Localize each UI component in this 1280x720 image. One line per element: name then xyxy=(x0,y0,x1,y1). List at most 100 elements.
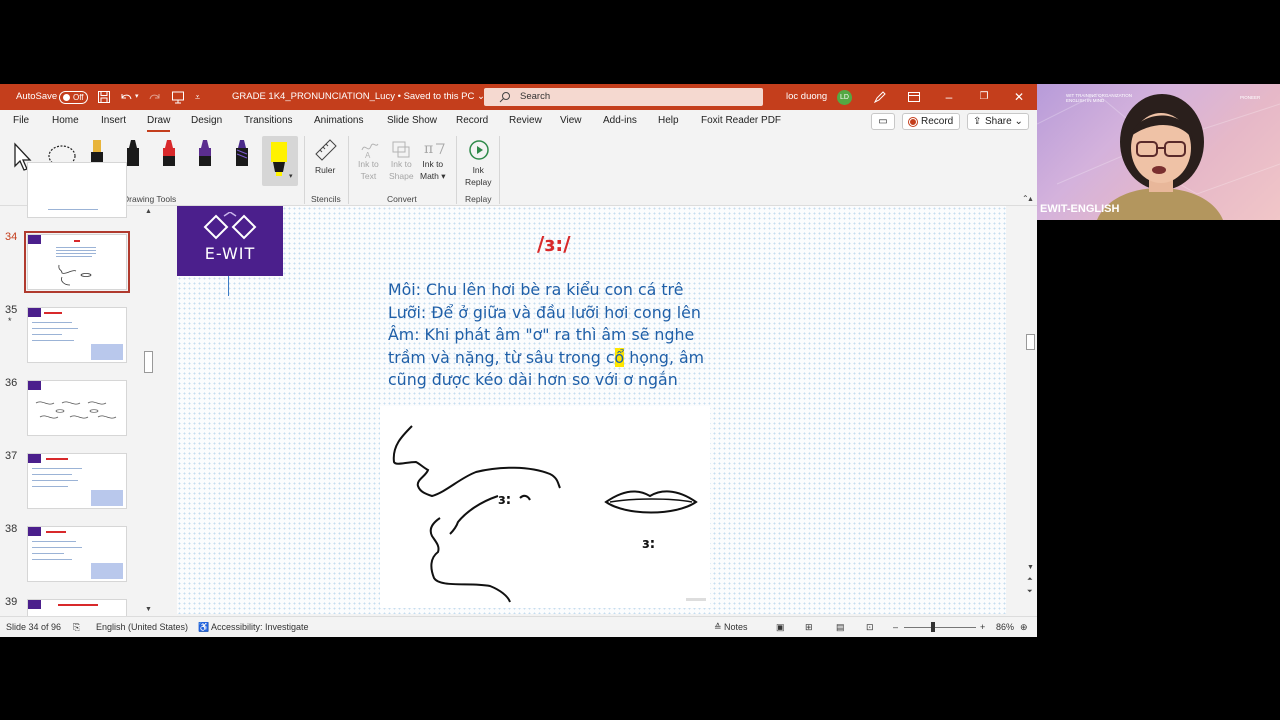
slide-thumbnail[interactable] xyxy=(27,526,127,582)
slide-thumbnail[interactable] xyxy=(27,453,127,509)
slide-show-icon[interactable]: ⊡ xyxy=(866,617,874,637)
pen-designer-icon[interactable] xyxy=(873,90,887,104)
group-separator xyxy=(348,136,349,204)
document-title[interactable]: GRADE 1K4_PRONUNCIATION_Lucy • Saved to … xyxy=(232,84,485,110)
ink-to-shape-label[interactable]: Ink to Shape xyxy=(389,158,414,182)
tab-draw[interactable]: Draw xyxy=(147,110,171,132)
next-slide-icon[interactable]: ⏷ xyxy=(1027,588,1033,596)
accessibility-status[interactable]: Accessibility: Investigate xyxy=(211,617,309,637)
tab-home[interactable]: Home xyxy=(52,110,79,132)
tab-view[interactable]: View xyxy=(560,110,582,132)
scroll-down-icon[interactable]: ▼ xyxy=(1027,564,1034,571)
zoom-slider[interactable] xyxy=(904,627,976,628)
tab-help[interactable]: Help xyxy=(658,110,679,132)
tab-file[interactable]: File xyxy=(13,110,29,132)
tab-design[interactable]: Design xyxy=(191,110,222,132)
language-indicator[interactable]: English (United States) xyxy=(96,617,188,637)
phoneme-title[interactable]: /ɜ:/ xyxy=(537,232,571,256)
slide-sorter-icon[interactable]: ⊞ xyxy=(805,617,813,637)
mouth-diagram-image[interactable]: ɜ: ɜ: xyxy=(380,406,710,608)
scroll-up-icon[interactable]: ▲ xyxy=(145,208,152,215)
record-button[interactable]: Record xyxy=(902,113,960,130)
slide-thumbnail[interactable] xyxy=(27,162,127,218)
pen-red-icon[interactable] xyxy=(159,138,179,176)
ink-replay-icon[interactable] xyxy=(467,138,491,162)
share-button[interactable]: ⇪ Share ⌄ xyxy=(967,113,1029,130)
slide-thumbnail[interactable] xyxy=(27,307,127,363)
ewit-logo: E-WIT xyxy=(177,206,283,276)
previous-slide-icon[interactable]: ⏶ xyxy=(1027,576,1033,584)
slide-scrollbar[interactable]: ▲ ▼ ⏶ ⏷ xyxy=(1024,196,1037,616)
ink-to-math-label[interactable]: Ink to Math ▾ xyxy=(420,158,446,182)
slide[interactable]: E-WIT /ɜ:/ Môi: Chu lên hơi bè ra kiểu c… xyxy=(177,206,1006,614)
zoom-slider-thumb[interactable] xyxy=(931,622,935,632)
undo-dropdown-icon[interactable]: ▾ xyxy=(135,84,139,110)
tab-record[interactable]: Record xyxy=(456,110,488,132)
zoom-out-button[interactable]: – xyxy=(893,617,898,637)
present-icon[interactable] xyxy=(171,90,185,104)
autosave-toggle[interactable]: Off xyxy=(59,91,88,104)
screen: AutoSave Off ▾ ⩡ GRADE 1K4_PRONUNCIATION… xyxy=(0,0,1280,720)
status-bar: Slide 34 of 96 ⎘ English (United States)… xyxy=(0,616,1037,637)
highlighter-dropdown-icon[interactable]: ▾ xyxy=(289,172,293,180)
group-stencils: Stencils xyxy=(311,194,341,204)
ruler-icon[interactable] xyxy=(314,138,338,162)
slide-position[interactable]: Slide 34 of 96 xyxy=(6,617,61,637)
user-name[interactable]: loc duong xyxy=(786,84,827,110)
pen-purple-icon[interactable] xyxy=(195,138,215,176)
zoom-level[interactable]: 86% xyxy=(996,617,1014,637)
minimize-button[interactable]: – xyxy=(932,84,966,110)
description-line: cũng được kéo dài hơn so với ơ ngắn xyxy=(388,370,678,389)
normal-view-icon[interactable]: ▣ xyxy=(776,617,785,637)
accessibility-icon[interactable]: ♿ xyxy=(198,617,209,637)
save-icon[interactable] xyxy=(97,90,111,104)
restore-button[interactable]: ❐ xyxy=(967,84,1001,110)
ribbon-display-icon[interactable] xyxy=(907,90,921,104)
presenter-video xyxy=(1037,93,1280,220)
scroll-up-icon[interactable]: ▲ xyxy=(1027,196,1034,203)
notes-button[interactable]: ≙ Notes xyxy=(714,617,748,637)
tab-insert[interactable]: Insert xyxy=(101,110,126,132)
ink-to-shape-icon[interactable] xyxy=(390,138,412,160)
thumbnail-number: 35 xyxy=(5,304,18,316)
scrollbar-thumb[interactable] xyxy=(1026,334,1035,350)
ink-to-math-icon[interactable]: π xyxy=(422,138,446,160)
svg-text:π: π xyxy=(424,141,433,157)
avatar[interactable]: LD xyxy=(837,90,852,105)
tab-slide-show[interactable]: Slide Show xyxy=(387,110,437,132)
pen-galaxy-icon[interactable] xyxy=(232,138,252,176)
slide-thumbnail-active[interactable] xyxy=(24,231,130,293)
fit-to-window-icon[interactable]: ⊕ xyxy=(1020,617,1028,637)
spelling-check-icon[interactable]: ⎘ xyxy=(73,617,80,637)
highlighter-selected[interactable]: ▾ xyxy=(262,136,298,186)
thumbnail-number: 39 xyxy=(5,596,18,608)
thumbnail-scrollbar[interactable]: ▲ ▼ xyxy=(143,206,154,616)
comments-button[interactable]: ▭ xyxy=(871,113,895,130)
pronunciation-description[interactable]: Môi: Chu lên hơi bè ra kiểu con cá trê L… xyxy=(388,279,738,392)
ruler-label[interactable]: Ruler xyxy=(315,164,335,176)
ink-to-text-icon[interactable]: A xyxy=(359,138,381,160)
share-icon: ⇪ xyxy=(973,116,982,127)
thumbnail-number: 37 xyxy=(5,450,18,462)
undo-icon[interactable] xyxy=(119,90,133,104)
close-button[interactable]: ✕ xyxy=(1002,84,1036,110)
slide-thumbnail[interactable] xyxy=(27,380,127,436)
search-input[interactable]: Search xyxy=(484,88,763,106)
ink-to-text-label[interactable]: Ink to Text xyxy=(358,158,379,182)
lips-phoneme-label: ɜ: xyxy=(642,536,655,552)
animation-star-icon: * xyxy=(8,316,12,326)
tab-add-ins[interactable]: Add-ins xyxy=(603,110,637,132)
redo-icon[interactable] xyxy=(148,90,162,104)
scrollbar-thumb[interactable] xyxy=(144,351,153,373)
title-bar: AutoSave Off ▾ ⩡ GRADE 1K4_PRONUNCIATION… xyxy=(0,84,1037,110)
tab-review[interactable]: Review xyxy=(509,110,542,132)
tab-foxit-reader-pdf[interactable]: Foxit Reader PDF xyxy=(701,110,781,132)
highlighter-yellow-icon xyxy=(271,142,287,176)
zoom-in-button[interactable]: + xyxy=(980,617,985,637)
reading-view-icon[interactable]: ▤ xyxy=(836,617,845,637)
tab-transitions[interactable]: Transitions xyxy=(244,110,293,132)
scroll-down-icon[interactable]: ▼ xyxy=(145,606,152,613)
customize-toolbar-icon[interactable]: ⩡ xyxy=(195,84,200,110)
ink-replay-label[interactable]: Ink Replay xyxy=(465,164,491,188)
tab-animations[interactable]: Animations xyxy=(314,110,363,132)
